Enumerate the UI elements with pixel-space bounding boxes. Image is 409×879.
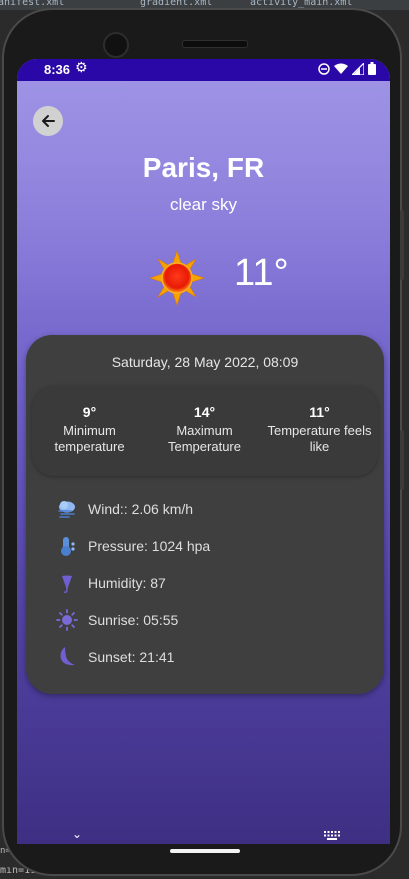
sunrise-text: Sunrise: 05:55 xyxy=(88,612,179,628)
nav-collapse-chevron-icon[interactable]: ⌄ xyxy=(72,827,82,841)
humidity-text: Humidity: 87 xyxy=(88,575,166,591)
feels-like-label: Temperature feels like xyxy=(267,423,372,454)
back-button[interactable] xyxy=(33,106,63,136)
status-time: 8:36 xyxy=(44,62,71,77)
power-button[interactable] xyxy=(400,430,404,490)
sun-icon xyxy=(149,250,205,306)
front-camera xyxy=(103,32,129,58)
sunset-text: Sunset: 21:41 xyxy=(88,649,175,665)
current-temperature: 11° xyxy=(234,252,289,294)
min-temperature: 9° Minimum temperature xyxy=(32,404,147,455)
earpiece-speaker xyxy=(182,40,248,48)
cell-signal-icon xyxy=(352,62,364,75)
max-temperature-label: Maximum Temperature xyxy=(168,423,241,454)
max-temperature-value: 14° xyxy=(193,404,216,420)
weather-condition: clear sky xyxy=(169,195,238,214)
status-bar: 8:36 ⚙ xyxy=(17,59,390,81)
humidity-row: Humidity: 87 xyxy=(56,572,166,594)
arrow-left-icon xyxy=(42,115,55,127)
sunrise-icon xyxy=(56,609,78,631)
thermometer-icon xyxy=(56,535,78,557)
wind-text: Wind:: 2.06 km/h xyxy=(88,501,194,517)
phone-frame: 8:36 ⚙ Paris, FR clear sky 11° Saturday,… xyxy=(2,8,404,876)
wind-icon xyxy=(56,498,78,520)
home-gesture-bar[interactable] xyxy=(170,849,240,853)
min-temperature-value: 9° xyxy=(82,404,97,420)
do-not-disturb-icon xyxy=(318,62,330,75)
feels-like-temperature: 11° Temperature feels like xyxy=(262,404,377,455)
settings-gear-icon: ⚙ xyxy=(75,60,88,76)
feels-like-value: 11° xyxy=(309,404,330,420)
city-name: Paris, FR xyxy=(142,152,265,183)
max-temperature: 14° Maximum Temperature xyxy=(147,404,262,455)
volume-button[interactable] xyxy=(400,210,404,280)
min-temperature-label: Minimum temperature xyxy=(54,423,125,454)
keyboard-icon[interactable] xyxy=(324,831,340,840)
sunrise-row: Sunrise: 05:55 xyxy=(56,609,178,631)
pressure-text: Pressure: 1024 hpa xyxy=(88,538,211,554)
moon-icon xyxy=(56,646,78,668)
sunset-row: Sunset: 21:41 xyxy=(56,646,174,668)
umbrella-icon xyxy=(56,572,78,594)
app-screen: 8:36 ⚙ Paris, FR clear sky 11° Saturday,… xyxy=(17,59,390,844)
battery-icon xyxy=(368,62,376,75)
date-time: Saturday, 28 May 2022, 08:09 xyxy=(111,354,299,370)
status-icons xyxy=(318,62,376,75)
wifi-icon xyxy=(334,63,348,74)
wind-row: Wind:: 2.06 km/h xyxy=(56,498,193,520)
ide-tab[interactable]: activity_main.xml xyxy=(250,0,352,8)
temperature-summary: 9° Minimum temperature 14° Maximum Tempe… xyxy=(32,386,378,476)
weather-details-card: Saturday, 28 May 2022, 08:09 9° Minimum … xyxy=(26,335,384,694)
ide-tab[interactable]: anifest.xml xyxy=(0,0,64,8)
pressure-row: Pressure: 1024 hpa xyxy=(56,535,210,557)
ide-tab[interactable]: gradient.xml xyxy=(140,0,212,8)
